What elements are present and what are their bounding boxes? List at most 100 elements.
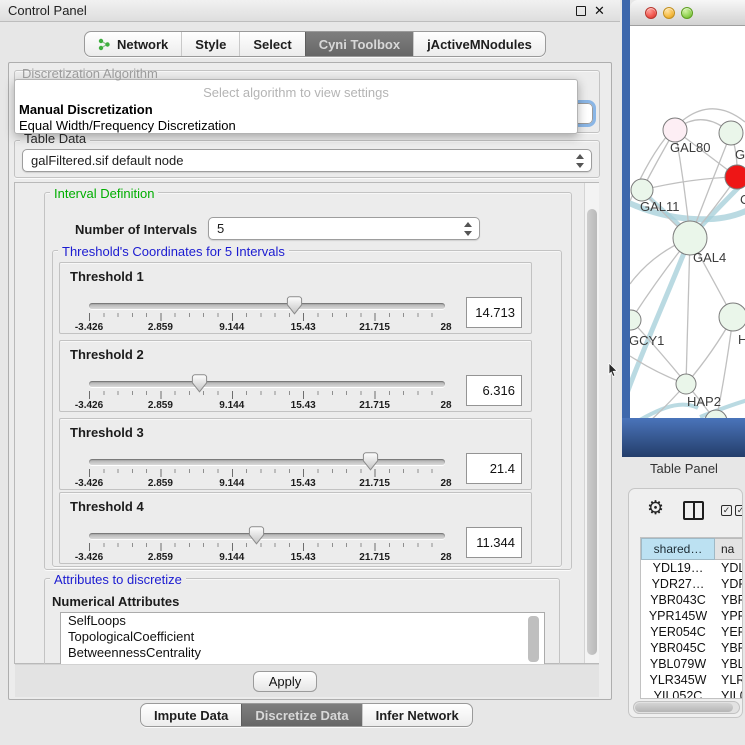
column-header-shared[interactable]: shared… <box>641 538 715 560</box>
threshold-2-slider[interactable] <box>89 381 445 387</box>
apply-strip: Apply <box>15 664 599 697</box>
apply-button[interactable]: Apply <box>253 671 317 692</box>
network-window-titlebar[interactable] <box>630 0 745 26</box>
column-header-name[interactable]: na <box>715 538 743 560</box>
gear-icon[interactable]: ⚙ <box>647 499 664 518</box>
tab-cyni-toolbox[interactable]: Cyni Toolbox <box>305 32 413 56</box>
thresholds-group-label: Threshold's Coordinates for 5 Intervals <box>58 244 289 259</box>
threshold-2-value-field[interactable] <box>466 375 522 406</box>
float-panel-icon[interactable] <box>576 6 586 16</box>
list-item[interactable]: TopologicalCoefficient <box>61 629 544 645</box>
table-row[interactable]: YDL19…YDL1 <box>641 560 743 576</box>
scrollbar-thumb[interactable] <box>587 209 597 655</box>
discretization-algorithm-label: Discretization Algorithm <box>18 66 162 81</box>
table-row[interactable]: YDR27…YDR2 <box>641 576 743 592</box>
table-row[interactable]: YPR145WYPR1 <box>641 608 743 624</box>
slider-ticks <box>89 469 446 478</box>
tab-jactivemnodules[interactable]: jActiveMNodules <box>413 32 545 56</box>
minimize-window-icon[interactable] <box>663 7 675 19</box>
slider-tick-labels: -3.426 2.859 9.144 15.43 21.715 28 <box>89 322 446 333</box>
list-scrollbar-thumb[interactable] <box>528 616 539 662</box>
control-panel: Control Panel ✕ Network Style Select Cyn… <box>0 0 620 745</box>
top-tab-bar: Network Style Select Cyni Toolbox jActiv… <box>84 31 546 57</box>
table-row[interactable]: YER054CYER0 <box>641 624 743 640</box>
network-node-label: HAP2 <box>687 394 721 409</box>
threshold-1-panel: Threshold 1 -3.426 2.859 9.144 15.43 21.… <box>59 262 532 334</box>
dropdown-placeholder[interactable]: Select algorithm to view settings <box>15 85 577 100</box>
table-panel: ⚙ ✓ ✓ shared… na YDL19…YDL1 YDR27…YDR2 Y… <box>628 488 743 718</box>
list-item[interactable]: SelfLoops <box>61 613 544 629</box>
checkbox-icon[interactable]: ✓ <box>721 505 732 516</box>
stepper-icon <box>463 222 472 236</box>
panel-title: Control Panel <box>8 3 87 18</box>
algorithm-dropdown-popup: Select algorithm to view settings Manual… <box>14 79 578 134</box>
table-data-combobox[interactable]: galFiltered.sif default node <box>22 149 592 172</box>
tab-style[interactable]: Style <box>181 32 239 56</box>
split-columns-icon[interactable] <box>683 501 704 520</box>
vertical-scrollbar[interactable] <box>584 183 599 663</box>
tab-label: Network <box>117 37 168 52</box>
network-canvas[interactable]: GAL80GACGAL11GAL4GCY1HHAP2 <box>630 26 745 418</box>
threshold-4-panel: Threshold 4 -3.426 2.859 9.144 15.43 21.… <box>59 492 532 564</box>
threshold-2-panel: Threshold 2 -3.426 2.859 9.144 15.43 21.… <box>59 340 532 412</box>
close-icon[interactable]: ✕ <box>594 3 605 19</box>
network-node[interactable] <box>719 303 745 331</box>
right-column: GAL80GACGAL11GAL4GCY1HHAP2 Table Panel ⚙… <box>620 0 745 745</box>
threshold-1-slider[interactable] <box>89 303 445 309</box>
scrollbar-thumb[interactable] <box>635 703 733 712</box>
network-node[interactable] <box>719 121 743 145</box>
tab-impute-data[interactable]: Impute Data <box>141 704 241 726</box>
dropdown-option-manual[interactable]: Manual Discretization <box>19 102 153 117</box>
node-table: shared… na YDL19…YDL1 YDR27…YDR2 YBR043C… <box>640 537 743 699</box>
checkbox-icon[interactable]: ✓ <box>735 505 743 516</box>
slider-tick-labels: -3.426 2.859 9.144 15.43 21.715 28 <box>89 552 446 563</box>
network-edge[interactable] <box>642 177 737 190</box>
network-window-frame <box>622 0 630 457</box>
tab-select[interactable]: Select <box>239 32 304 56</box>
tab-network[interactable]: Network <box>85 32 181 56</box>
table-row[interactable]: YIL052CYIL0 <box>641 688 743 699</box>
attributes-group-label: Attributes to discretize <box>50 572 186 587</box>
number-of-intervals-combobox[interactable]: 5 <box>208 217 480 240</box>
tab-infer-network[interactable]: Infer Network <box>362 704 472 726</box>
network-edge[interactable] <box>686 238 690 384</box>
number-of-intervals-value: 5 <box>217 221 224 236</box>
table-panel-title: Table Panel <box>650 461 718 476</box>
dropdown-option-equal-width[interactable]: Equal Width/Frequency Discretization <box>19 118 236 133</box>
tab-discretize-data[interactable]: Discretize Data <box>241 704 361 726</box>
table-header-row: shared… na <box>641 538 743 560</box>
network-node[interactable] <box>676 374 696 394</box>
numerical-attributes-label: Numerical Attributes <box>52 594 179 609</box>
network-node[interactable] <box>725 165 745 189</box>
threshold-4-value-field[interactable] <box>466 527 522 558</box>
list-item[interactable]: BetweennessCentrality <box>61 645 544 661</box>
horizontal-scrollbar[interactable] <box>633 701 740 714</box>
numerical-attributes-list[interactable]: SelfLoops TopologicalCoefficient Between… <box>60 612 545 666</box>
table-row[interactable]: YBR043CYBR0 <box>641 592 743 608</box>
table-row[interactable]: YLR345WYLR3 <box>641 672 743 688</box>
threshold-4-slider[interactable] <box>89 533 445 539</box>
network-node[interactable] <box>663 118 687 142</box>
threshold-3-value-field[interactable] <box>466 453 522 484</box>
control-panel-titlebar: Control Panel ✕ <box>0 0 620 22</box>
zoom-window-icon[interactable] <box>681 7 693 19</box>
threshold-3-panel: Threshold 3 -3.426 2.859 9.144 15.43 21.… <box>59 418 532 490</box>
network-node[interactable] <box>631 179 653 201</box>
network-node-label: GAL4 <box>693 250 726 265</box>
table-row[interactable]: YBR045CYBR0 <box>641 640 743 656</box>
network-node-label: GAL80 <box>670 140 710 155</box>
number-of-intervals-label: Number of Intervals <box>75 222 197 237</box>
close-window-icon[interactable] <box>645 7 657 19</box>
threshold-4-title: Threshold 4 <box>70 499 144 514</box>
network-icon <box>98 38 111 51</box>
network-node-label: GA <box>735 147 745 162</box>
network-node-label: C <box>740 192 745 207</box>
network-node-label: GAL11 <box>640 199 680 214</box>
network-window-frame-bottom <box>622 418 745 457</box>
threshold-1-value-field[interactable] <box>466 297 522 328</box>
network-node[interactable] <box>630 310 641 330</box>
table-row[interactable]: YBL079WYBL0 <box>641 656 743 672</box>
network-node-label: GCY1 <box>630 333 664 348</box>
threshold-3-slider[interactable] <box>89 459 445 465</box>
slider-tick-labels: -3.426 2.859 9.144 15.43 21.715 28 <box>89 478 446 489</box>
